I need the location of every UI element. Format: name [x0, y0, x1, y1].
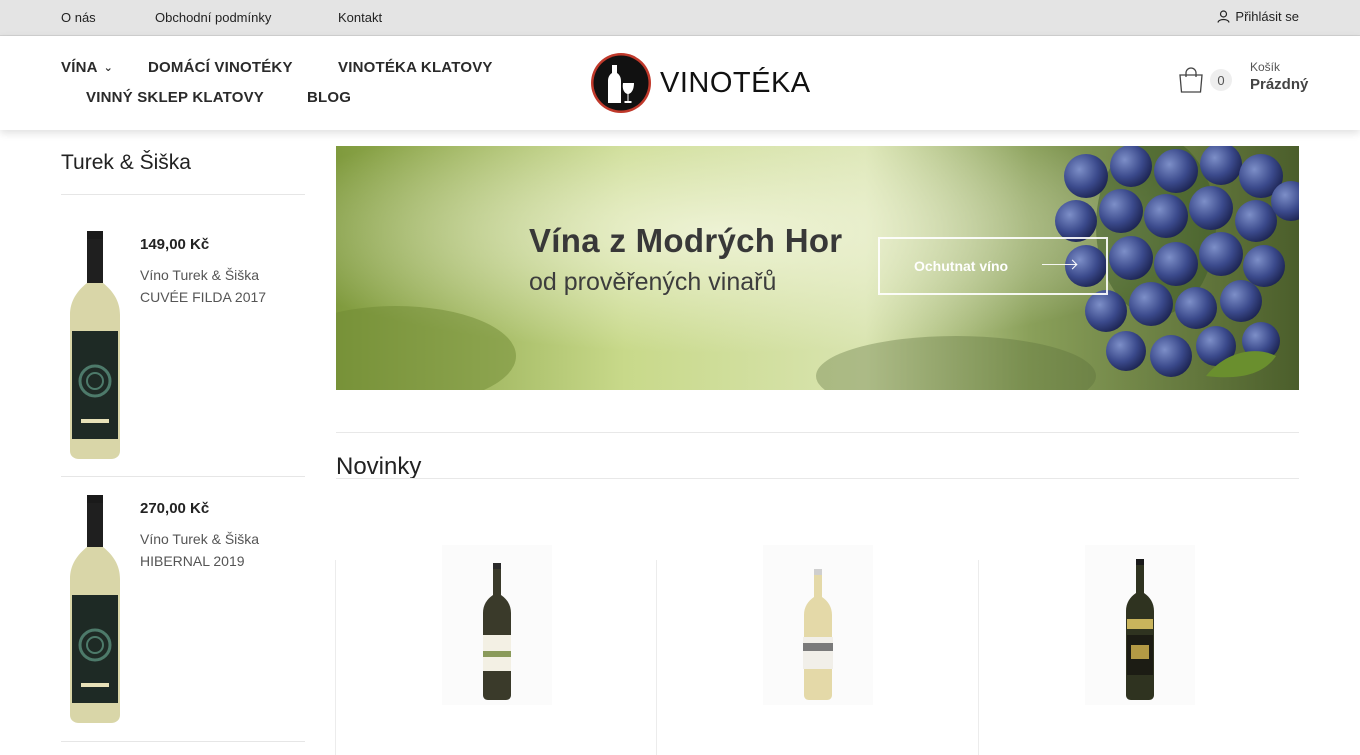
- link-about[interactable]: O nás: [61, 10, 96, 25]
- taste-wine-button-label: Ochutnat víno: [914, 258, 1009, 274]
- divider: [656, 560, 657, 755]
- cart-count-badge: 0: [1210, 69, 1232, 91]
- divider: [336, 432, 1299, 433]
- product-card[interactable]: [763, 545, 873, 710]
- login-link[interactable]: Přihlásit se: [1217, 9, 1299, 24]
- divider: [336, 478, 1299, 479]
- cart-status: Prázdný: [1250, 75, 1309, 93]
- logo-emblem-icon: [591, 53, 651, 113]
- banner-heading: Vína z Modrých Hor: [529, 222, 843, 259]
- divider: [335, 560, 336, 755]
- section-title-novinky: Novinky: [336, 453, 422, 480]
- wine-bottle-image: [763, 545, 873, 705]
- nav-item-vinoteka-klatovy[interactable]: VINOTÉKA KLATOVY: [338, 59, 493, 76]
- nav-item-wines-label: VÍNA: [61, 59, 98, 76]
- taste-wine-button[interactable]: Ochutnat víno: [878, 237, 1108, 295]
- top-bar: O nás Obchodní podmínky Kontakt Přihlási…: [0, 0, 1360, 36]
- shopping-bag-icon: [1179, 67, 1203, 93]
- wine-bottle-image: [70, 495, 120, 723]
- wine-bottle-image: [70, 231, 120, 459]
- product-card[interactable]: [442, 545, 552, 710]
- sidebar-product[interactable]: 270,00 Kč Víno Turek & Šiška HIBERNAL 20…: [61, 495, 305, 735]
- link-terms[interactable]: Obchodní podmínky: [155, 10, 271, 25]
- nav-item-blog[interactable]: BLOG: [307, 89, 351, 106]
- link-contact[interactable]: Kontakt: [338, 10, 382, 25]
- product-card[interactable]: [1085, 545, 1195, 710]
- vineyard-grapes-image: [336, 146, 1299, 390]
- cart-summary: Košík Prázdný: [1250, 60, 1308, 93]
- cart-widget[interactable]: 0 Košík Prázdný: [1178, 60, 1308, 94]
- login-label: Přihlásit se: [1235, 9, 1299, 24]
- logo-text: VINOTÉKA: [660, 66, 811, 99]
- arrow-right-icon: [1042, 264, 1076, 265]
- nav-item-wine-cellar-klatovy[interactable]: VINNÝ SKLEP KLATOVY: [86, 89, 264, 106]
- cart-label: Košík: [1250, 59, 1281, 74]
- product-price: 270,00 Kč: [140, 500, 210, 517]
- sidebar-product[interactable]: 149,00 Kč Víno Turek & Šiška CUVÉE FILDA…: [61, 231, 305, 471]
- divider: [61, 194, 305, 195]
- product-price: 149,00 Kč: [140, 236, 210, 253]
- chevron-down-icon: ⌄: [103, 62, 114, 74]
- product-name[interactable]: Víno Turek & Šiška CUVÉE FILDA 2017: [140, 264, 305, 308]
- nav-item-home-wine-cabinets[interactable]: DOMÁCÍ VINOTÉKY: [148, 59, 293, 76]
- wine-bottle-image: [1085, 545, 1195, 705]
- main-header: VÍNA ⌄ DOMÁCÍ VINOTÉKY VINOTÉKA KLATOVY V…: [0, 36, 1360, 130]
- banner-subheading: od prověřených vinařů: [529, 268, 777, 296]
- user-icon: [1217, 10, 1231, 23]
- wine-bottle-image: [442, 545, 552, 705]
- hero-banner[interactable]: Vína z Modrých Hor od prověřených vinařů…: [336, 146, 1299, 390]
- divider: [978, 560, 979, 755]
- divider: [61, 741, 305, 742]
- site-logo[interactable]: VINOTÉKA: [590, 52, 811, 114]
- product-name[interactable]: Víno Turek & Šiška HIBERNAL 2019: [140, 528, 305, 572]
- sidebar-title: Turek & Šiška: [61, 151, 191, 174]
- divider: [61, 476, 305, 477]
- nav-item-wines[interactable]: VÍNA ⌄: [61, 59, 113, 76]
